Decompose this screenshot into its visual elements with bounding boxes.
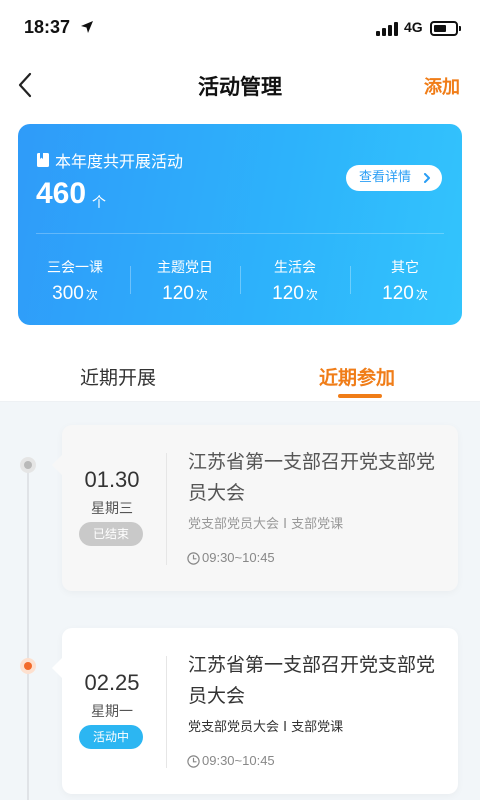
stat-value: 120 [162, 283, 194, 304]
active-tab-indicator [338, 394, 382, 398]
stat-theme-day[interactable]: 主题党日 120 次 [130, 257, 240, 305]
stat-label: 三会一课 [47, 260, 103, 276]
timeline-dot-ended [20, 457, 36, 473]
card-divider [166, 453, 167, 565]
clock-icon [187, 552, 200, 565]
tab-bar: 近期开展 近期参加 [0, 348, 480, 402]
card-pointer [52, 455, 62, 475]
activity-tags: 党支部党员大会 I 支部党课 [188, 720, 344, 735]
activity-time: 09:30~10:45 [202, 753, 275, 768]
stat-value: 300 [52, 283, 84, 304]
activity-card[interactable]: 01.30 星期三 已结束 江苏省第一支部召开党支部党员大会 党支部党员大会 I… [52, 425, 458, 591]
location-arrow-icon [81, 21, 93, 33]
book-icon [37, 153, 49, 167]
stat-life-meeting[interactable]: 生活会 120 次 [240, 257, 350, 305]
status-bar: 18:37 4G [0, 0, 480, 58]
activity-time: 09:30~10:45 [202, 550, 275, 565]
chevron-right-icon [424, 173, 430, 183]
page-title: 活动管理 [198, 75, 282, 99]
stat-value: 120 [272, 283, 304, 304]
card-divider [166, 656, 167, 768]
stat-unit: 次 [85, 288, 98, 302]
stat-unit: 次 [305, 288, 318, 302]
card-pointer [52, 658, 62, 678]
summary-divider [36, 233, 444, 234]
add-button[interactable]: 添加 [424, 73, 460, 99]
battery-icon [430, 21, 461, 36]
activity-card[interactable]: 02.25 星期一 活动中 江苏省第一支部召开党支部党员大会 党支部党员大会 I… [52, 628, 458, 794]
activity-weekday: 星期一 [91, 704, 133, 720]
summary-unit: 个 [92, 195, 106, 211]
stat-other[interactable]: 其它 120 次 [350, 257, 460, 305]
stat-label: 生活会 [274, 260, 316, 276]
status-badge: 已结束 [79, 522, 143, 546]
clock-icon [187, 755, 200, 768]
activity-title: 江苏省第一支部召开党支部党员大会 [188, 654, 436, 707]
activity-title: 江苏省第一支部召开党支部党员大会 [188, 451, 436, 504]
stat-value: 120 [382, 283, 414, 304]
timeline-line [27, 466, 29, 800]
timeline-dot-active [20, 658, 36, 674]
view-details-label: 查看详情 [359, 170, 412, 185]
stat-label: 其它 [391, 260, 419, 276]
activity-summary-card: 本年度共开展活动 460 个 查看详情 三会一课 300 次 主题党日 120 次 … [18, 124, 462, 325]
tab-joined[interactable]: 近期参加 [319, 363, 395, 390]
summary-count: 460 [36, 177, 87, 210]
nav-bar: 活动管理 添加 [0, 58, 480, 114]
stat-label: 主题党日 [157, 260, 213, 276]
activity-date: 02.25 [84, 670, 140, 695]
activity-date: 01.30 [84, 467, 140, 492]
network-type: 4G [404, 19, 423, 35]
stat-unit: 次 [415, 288, 428, 302]
tab-recent[interactable]: 近期开展 [80, 363, 156, 390]
activity-tags: 党支部党员大会 I 支部党课 [188, 517, 344, 532]
stat-unit: 次 [195, 288, 208, 302]
view-details-button[interactable]: 查看详情 [346, 165, 442, 191]
activity-weekday: 星期三 [91, 501, 133, 517]
summary-title: 本年度共开展活动 [55, 152, 184, 171]
stat-meetings[interactable]: 三会一课 300 次 [20, 257, 130, 305]
status-badge: 活动中 [79, 725, 143, 749]
status-time: 18:37 [24, 17, 71, 37]
signal-icon [376, 22, 400, 36]
